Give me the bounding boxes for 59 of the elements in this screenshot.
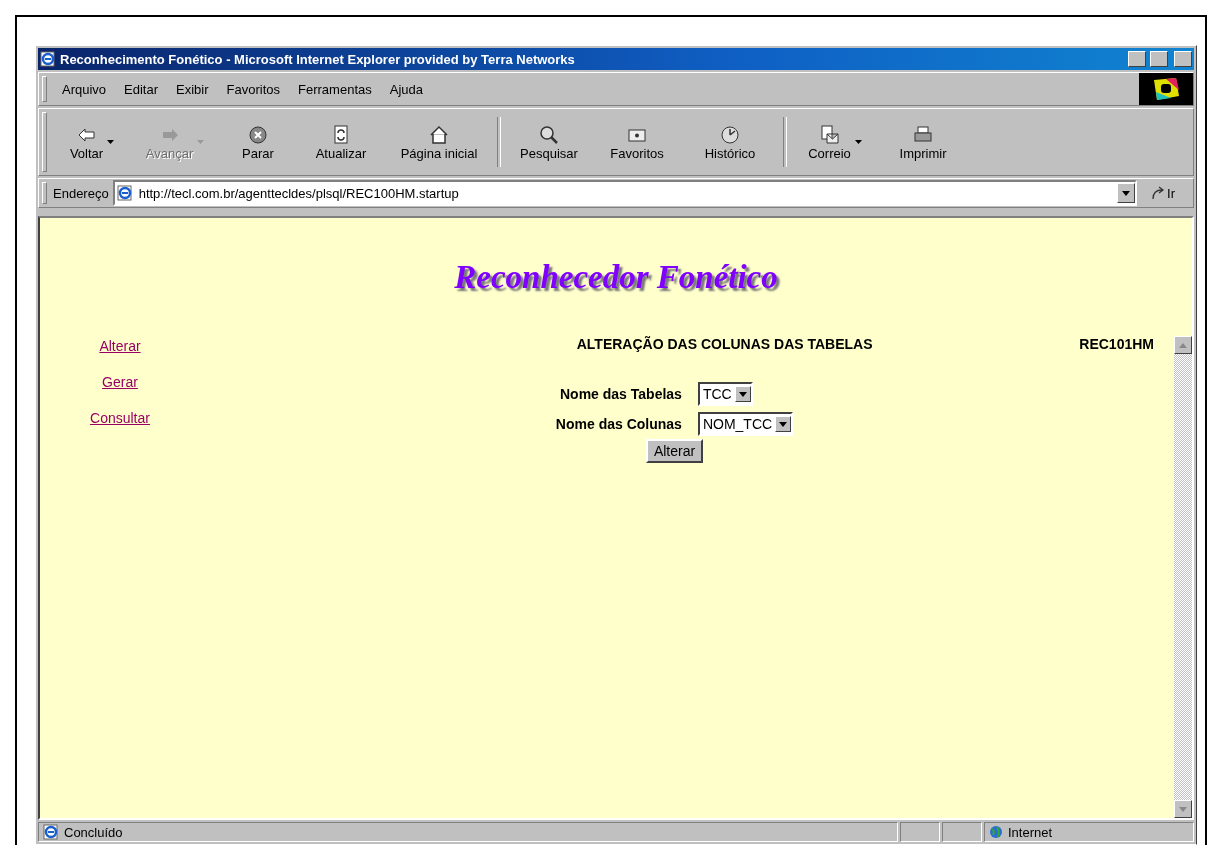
toolbar-button[interactable]: Página inicial <box>385 119 493 165</box>
logo-icon <box>1139 73 1193 105</box>
maximize-button[interactable] <box>1150 51 1168 67</box>
caret-icon <box>1122 190 1131 196</box>
toolbar-button[interactable]: Imprimir <box>879 119 967 165</box>
address-label: Endereço <box>53 185 109 201</box>
menu-item[interactable]: Ajuda <box>380 75 432 103</box>
globe-icon <box>989 825 1003 839</box>
field-label: Nome das Tabelas <box>559 386 682 402</box>
dropdown-button[interactable] <box>1117 183 1136 203</box>
caret-icon[interactable] <box>107 140 115 144</box>
caret-icon <box>779 421 788 427</box>
field-label: Nome das Colunas <box>555 416 682 432</box>
ie-icon <box>40 51 56 67</box>
address-field[interactable]: http://tecl.com.br/agenttecldes/plsql/REC100HM.startup <box>112 180 1138 206</box>
toolbar-button[interactable]: Favoritos <box>593 119 681 165</box>
window-title: Reconhecimento Fonético - Microsoft Internet Explorer provided by Terra Networks <box>60 51 576 67</box>
page-heading: Reconhecedor Fonético <box>454 258 778 296</box>
select-field[interactable]: TCC <box>697 382 753 406</box>
caret-icon <box>738 391 747 397</box>
scroll-down-button[interactable] <box>1174 800 1192 818</box>
minimize-button[interactable] <box>1128 51 1146 67</box>
status-pane <box>900 822 940 842</box>
menu-item[interactable]: Exibir <box>167 75 218 103</box>
toolbar-button[interactable]: Histórico <box>681 119 779 165</box>
menu-item[interactable]: Favoritos <box>217 75 290 103</box>
menu-item[interactable]: Editar <box>115 75 168 103</box>
down-arrow-icon <box>1179 806 1187 812</box>
ie-icon <box>43 824 59 840</box>
zone-pane: Internet <box>984 822 1194 842</box>
toolbar-button[interactable]: Parar <box>219 119 297 165</box>
ie-icon <box>116 185 133 201</box>
nav-link[interactable]: Consultar <box>90 410 150 426</box>
section-title: ALTERAÇÃO DAS COLUNAS DAS TABELAS <box>575 336 874 352</box>
up-arrow-icon <box>1179 342 1187 348</box>
menu-item[interactable]: Ferramentas <box>289 75 381 103</box>
mail-icon <box>818 123 841 146</box>
status-pane <box>942 822 982 842</box>
go-arrow-icon <box>1151 186 1166 200</box>
stop-icon <box>247 123 269 146</box>
clock-icon <box>719 123 741 146</box>
toolbar-button[interactable]: Pesquisar <box>505 119 593 165</box>
toolbar-button[interactable]: Atualizar <box>297 119 385 165</box>
nav-link[interactable]: Alterar <box>99 338 141 354</box>
scroll-up-button[interactable] <box>1174 336 1192 354</box>
status-text: Concluído <box>38 822 898 842</box>
toolbar-button[interactable]: Correio <box>791 119 879 165</box>
select-field[interactable]: NOM_TCC <box>697 412 794 436</box>
menu-item[interactable]: Arquivo <box>53 75 116 103</box>
close-button[interactable] <box>1174 51 1192 67</box>
toolbar-button[interactable]: Voltar <box>53 119 131 165</box>
scrollbar[interactable] <box>1174 336 1192 818</box>
caret-icon[interactable] <box>854 140 862 144</box>
search-icon <box>538 123 560 146</box>
submit-button[interactable]: Alterar <box>645 439 704 463</box>
house-icon <box>428 123 450 146</box>
page-code: REC101HM <box>1079 336 1154 352</box>
nav-link[interactable]: Gerar <box>102 374 138 390</box>
go-button[interactable]: Ir <box>1137 185 1193 201</box>
